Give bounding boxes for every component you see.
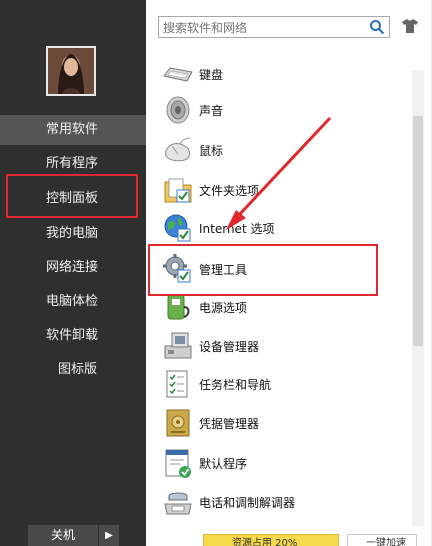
- power-options-icon: [167, 294, 190, 320]
- list-item-mouse[interactable]: 鼠标: [162, 132, 392, 168]
- default-programs-icon: [165, 449, 191, 478]
- list-item-power-options[interactable]: 电源选项: [162, 289, 392, 325]
- list-item-label: 文件夹选项: [199, 184, 260, 198]
- avatar[interactable]: [46, 46, 96, 96]
- skin-icon[interactable]: [402, 19, 418, 33]
- internet-options-icon: [164, 214, 191, 242]
- list-item-label: 声音: [199, 104, 224, 118]
- sidebar-item-uninstall[interactable]: 软件卸载: [0, 321, 146, 351]
- list-item-label: 鼠标: [199, 144, 224, 158]
- shutdown-button[interactable]: 关机: [28, 525, 98, 546]
- sidebar: 常用软件 所有程序 控制面板 我的电脑 网络连接 电脑体检 软件卸载 图标版 关…: [0, 0, 146, 546]
- speedup-label: 一键加速: [366, 538, 406, 546]
- list-item-default-programs[interactable]: 默认程序: [162, 445, 392, 481]
- phone-modem-icon: [164, 492, 192, 515]
- search-icon[interactable]: [369, 19, 385, 35]
- sidebar-item-network[interactable]: 网络连接: [0, 253, 146, 283]
- shutdown-menu-button[interactable]: ▶: [99, 525, 119, 546]
- sidebar-item-all-programs[interactable]: 所有程序: [0, 149, 146, 179]
- admin-tools-icon: [163, 254, 191, 283]
- main-panel: 键盘 声音 鼠标 文件夹选项: [146, 0, 432, 546]
- keyboard-icon: [163, 67, 193, 82]
- list-item-label: 电话和调制解调器: [199, 496, 296, 510]
- sidebar-item-control-panel[interactable]: 控制面板: [0, 184, 146, 214]
- list-item-keyboard[interactable]: 键盘: [162, 56, 392, 92]
- search-box: [158, 16, 390, 38]
- device-manager-icon: [164, 332, 192, 359]
- list-item-label: 任务栏和导航: [199, 378, 272, 392]
- credential-manager-icon: [166, 409, 190, 437]
- folder-options-icon: [164, 178, 192, 203]
- sidebar-item-icon-view[interactable]: 图标版: [0, 355, 146, 385]
- list-item-phone-modem[interactable]: 电话和调制解调器: [162, 484, 392, 520]
- list-item-credential-manager[interactable]: 凭据管理器: [162, 405, 392, 441]
- sidebar-item-common-software[interactable]: 常用软件: [0, 115, 146, 145]
- list-item-label: 默认程序: [199, 457, 248, 471]
- speedup-button[interactable]: 一键加速: [347, 534, 417, 546]
- sidebar-item-my-computer[interactable]: 我的电脑: [0, 219, 146, 249]
- scrollbar-thumb[interactable]: [413, 116, 423, 346]
- list-item-sound[interactable]: 声音: [162, 92, 392, 128]
- list-item-label: 凭据管理器: [199, 417, 260, 431]
- scrollbar[interactable]: [412, 70, 424, 526]
- list-item-label: Internet 选项: [199, 222, 275, 236]
- resource-usage-label: 资源占用 20%: [232, 538, 298, 546]
- speaker-icon: [166, 96, 190, 124]
- list-item-admin-tools[interactable]: 管理工具: [162, 251, 392, 287]
- list-item-internet-options[interactable]: Internet 选项: [162, 210, 392, 246]
- list-item-label: 设备管理器: [199, 340, 260, 354]
- list-item-label: 管理工具: [199, 263, 248, 277]
- list-item-taskbar[interactable]: 任务栏和导航: [162, 366, 392, 402]
- list-item-label: 电源选项: [199, 301, 248, 315]
- list-item-folder-options[interactable]: 文件夹选项: [162, 172, 392, 208]
- list-item-device-manager[interactable]: 设备管理器: [162, 328, 392, 364]
- sidebar-item-pc-checkup[interactable]: 电脑体检: [0, 287, 146, 317]
- list-item-label: 键盘: [199, 68, 224, 82]
- search-input[interactable]: [159, 18, 363, 38]
- resource-usage-button[interactable]: 资源占用 20%: [203, 534, 339, 546]
- mouse-icon: [165, 137, 191, 162]
- taskbar-icon: [166, 370, 188, 398]
